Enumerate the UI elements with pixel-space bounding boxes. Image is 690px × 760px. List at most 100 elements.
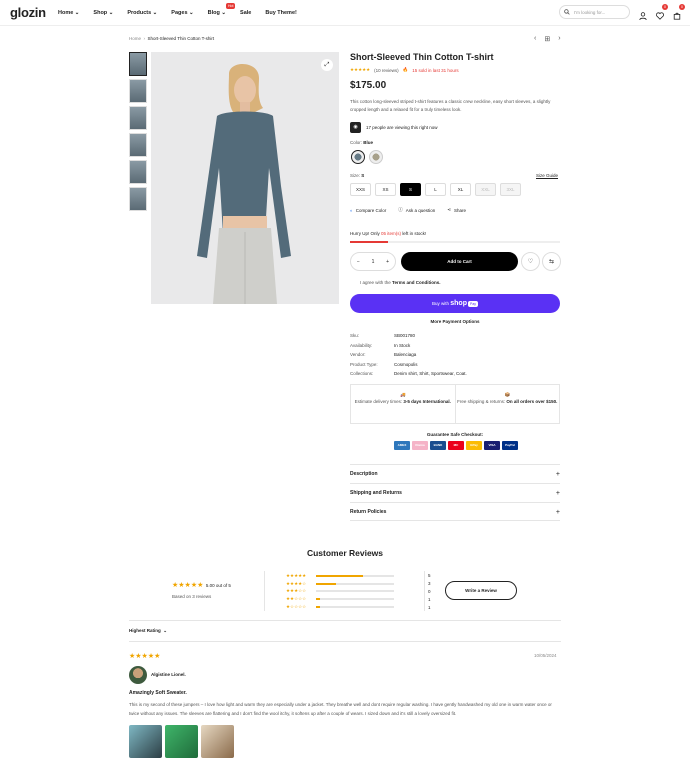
divider: [129, 641, 561, 642]
nav-shop[interactable]: Shop ⌄: [93, 10, 113, 16]
shop-pay-button[interactable]: Buy with shop Pay: [350, 294, 560, 313]
account-icon[interactable]: [639, 7, 647, 25]
payment-icon: BANK: [430, 441, 446, 450]
nav-home[interactable]: Home ⌄: [58, 10, 79, 16]
rating-bar-row: ★★☆☆☆ 1: [286, 595, 431, 603]
size-label: Size: S: [350, 173, 365, 178]
next-product-icon[interactable]: ›: [558, 35, 560, 43]
description: This cotton long-sleeved striped t-shirt…: [350, 99, 551, 112]
rating-bar-fill: [316, 606, 320, 609]
accordion-returns[interactable]: + Return Policies: [350, 502, 560, 521]
breadcrumb-current: Short-Sleeved Thin Cotton T-shirt: [147, 36, 215, 41]
question-icon: ⓘ: [398, 207, 403, 212]
size-option[interactable]: XXS: [350, 183, 371, 196]
search-input[interactable]: I'm looking for...: [559, 5, 630, 19]
cart-icon[interactable]: 0: [673, 4, 685, 25]
review-image[interactable]: [201, 725, 234, 758]
expand-icon[interactable]: ⤢: [321, 59, 333, 71]
rating-bar-fill: [316, 582, 336, 585]
review-image[interactable]: [129, 725, 162, 758]
size-option[interactable]: XXL: [475, 183, 496, 196]
stock-notice: Hurry Up! Only 05 item(s) left in stock!: [350, 231, 427, 236]
rating-row: ★★★★★ (10 reviews) 🔥 15 sold in last 31 …: [350, 67, 459, 73]
color-label: Color: Blue: [350, 140, 374, 145]
review-count[interactable]: (10 reviews): [374, 68, 399, 73]
plus-icon[interactable]: +: [386, 259, 389, 265]
rating-bar-track: [316, 606, 394, 609]
size-option[interactable]: XS: [375, 183, 396, 196]
nav-pages[interactable]: Pages ⌄: [171, 10, 193, 16]
shipping-info: 🚚 Estimate delivery times: 3-5 days Inter…: [350, 384, 560, 424]
model-photo: [197, 63, 291, 304]
terms-agreement[interactable]: I agree with the Terms and Conditions.: [360, 280, 440, 285]
hot-badge: Hot: [226, 3, 236, 9]
logo[interactable]: glozin: [10, 5, 46, 20]
thumbnail[interactable]: [129, 79, 147, 103]
grid-icon[interactable]: ⊞: [544, 35, 550, 43]
payment-icon: GPay: [466, 441, 482, 450]
truck-icon: 🚚: [399, 392, 406, 397]
thumbnail[interactable]: [129, 133, 147, 157]
size-option-selected[interactable]: S: [400, 183, 421, 196]
accordion-shipping[interactable]: + Shipping and Returns: [350, 483, 560, 502]
product-actions: ◐ Compare Color ⓘ Ask a question ⋖ Share: [350, 207, 466, 213]
nav-buy-theme[interactable]: Buy Theme!: [265, 10, 296, 16]
quantity-stepper[interactable]: − 1 +: [350, 252, 396, 271]
rating-bar-track: [316, 598, 394, 601]
nav-blog[interactable]: Blog ⌄: [208, 10, 226, 16]
price: $175.00: [350, 80, 387, 91]
rating-bar-stars: ★☆☆☆☆: [286, 604, 307, 610]
thumbnail[interactable]: [129, 52, 147, 76]
review-title: Amazingly Soft Sweater.: [129, 690, 187, 696]
review-images: [129, 725, 234, 758]
add-to-cart-button[interactable]: Add to Cart: [401, 252, 518, 271]
product-title: Short-Sleeved Thin Cotton T-shirt: [350, 52, 494, 62]
breadcrumb-home[interactable]: Home: [129, 36, 141, 41]
more-payment-options[interactable]: More Payment Options: [350, 319, 560, 324]
color-swatch-beige[interactable]: [369, 150, 383, 164]
payment-icon: AMEX: [394, 441, 410, 450]
minus-icon[interactable]: −: [357, 259, 360, 265]
thumbnail[interactable]: [129, 106, 147, 130]
plus-icon: +: [555, 490, 560, 497]
accordion-description[interactable]: + Description: [350, 464, 560, 483]
size-option[interactable]: 3XL: [500, 183, 521, 196]
nav-sale[interactable]: Sale: [240, 10, 251, 16]
prev-product-icon[interactable]: ‹: [534, 35, 536, 43]
meta-row: Availability: In Stock: [350, 342, 411, 348]
ask-question-button[interactable]: ⓘ Ask a question: [398, 207, 435, 213]
divider: [129, 620, 561, 621]
rating-bar-track: [316, 582, 394, 585]
viewing-notice: ◉ 17 people are viewing this right now: [350, 122, 438, 133]
wishlist-button-heart-icon[interactable]: ♡: [521, 252, 540, 271]
share-button[interactable]: ⋖ Share: [447, 207, 466, 213]
cart-count: 0: [679, 4, 685, 10]
size-guide-link[interactable]: Size Guide: [536, 173, 558, 178]
rating-bar-row: ★★★★☆ 3: [286, 580, 431, 588]
nav-products[interactable]: Products ⌄: [127, 10, 157, 16]
rating-bar-row: ★★★★★ 5: [286, 572, 431, 580]
sort-dropdown[interactable]: Highest Rating ⌄: [129, 628, 167, 634]
wishlist-icon[interactable]: 0: [656, 4, 668, 25]
compare-color-button[interactable]: ◐ Compare Color: [350, 207, 386, 213]
thumbnail[interactable]: [129, 160, 147, 184]
size-option[interactable]: XL: [450, 183, 471, 196]
rating-bar-stars: ★★★★☆: [286, 580, 307, 586]
rating-bar-row: ★★★☆☆ 0: [286, 588, 431, 596]
qty-value[interactable]: 1: [372, 259, 375, 265]
share-icon: ⋖: [447, 207, 452, 212]
based-on: Based on 3 reviews: [172, 594, 212, 599]
avg-stars: ★★★★★: [172, 582, 204, 589]
rating-bar-track: [316, 590, 394, 593]
wishlist-count: 0: [662, 4, 668, 10]
main-product-image[interactable]: ⤢: [151, 52, 339, 304]
divider: [264, 571, 265, 611]
stock-progress: [350, 241, 560, 243]
thumbnail[interactable]: [129, 187, 147, 211]
color-swatch-blue[interactable]: [351, 150, 365, 164]
guarantee-label: Guarantee Safe Checkout:: [426, 432, 484, 437]
compare-button-icon[interactable]: ⇆: [542, 252, 561, 271]
size-option[interactable]: L: [425, 183, 446, 196]
write-review-button[interactable]: Write a Review: [445, 581, 517, 600]
review-image[interactable]: [165, 725, 198, 758]
